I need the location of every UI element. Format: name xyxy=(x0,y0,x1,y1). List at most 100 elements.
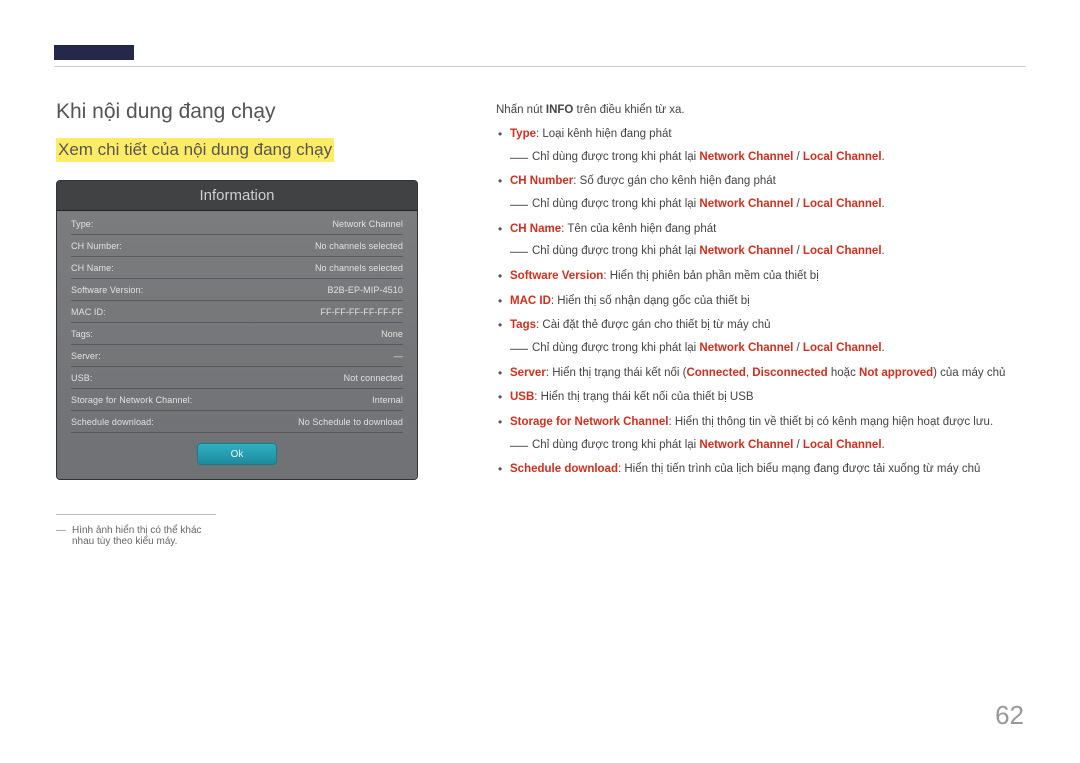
lc-label: Local Channel xyxy=(803,439,882,451)
nc-label: Network Channel xyxy=(699,342,793,354)
item-server: Server: Hiển thị trạng thái kết nối (Con… xyxy=(496,365,1024,382)
item-type: Type: Loại kênh hiện đang phát ―Chỉ dùng… xyxy=(496,126,1024,165)
info-value: Not connected xyxy=(344,373,403,383)
item-software-version: Software Version: Hiển thị phiên bản phầ… xyxy=(496,268,1024,285)
info-value: B2B-EP-MIP-4510 xyxy=(327,285,403,295)
info-value: Internal xyxy=(372,395,403,405)
dash-icon: ― xyxy=(510,144,528,170)
disconnected-label: Disconnected xyxy=(752,367,827,379)
footnote-text: Hình ảnh hiển thị có thể khác nhau tùy t… xyxy=(72,525,216,547)
key-label: CH Name xyxy=(510,223,561,235)
nc-label: Network Channel xyxy=(699,198,793,210)
info-value: No Schedule to download xyxy=(298,417,403,427)
dash-icon: ― xyxy=(510,191,528,217)
item-text: : Loại kênh hiện đang phát xyxy=(536,128,672,140)
sub-pre: Chỉ dùng được trong khi phát lại xyxy=(532,198,699,210)
info-key: Server xyxy=(71,351,101,361)
item-text: : Hiển thị số nhận dạng gốc của thiết bị xyxy=(551,295,750,307)
key-label: Server xyxy=(510,367,546,379)
information-panel-title: Information xyxy=(57,181,417,211)
info-value: No channels selected xyxy=(315,263,403,273)
info-key: Tags xyxy=(71,329,93,339)
dash-icon: ― xyxy=(510,335,528,361)
lc-label: Local Channel xyxy=(803,198,882,210)
sub-pre: Chỉ dùng được trong khi phát lại xyxy=(532,151,699,163)
nc-label: Network Channel xyxy=(699,245,793,257)
sub-note: ―Chỉ dùng được trong khi phát lại Networ… xyxy=(510,340,1024,357)
header-separator xyxy=(54,66,1026,67)
info-key: MAC ID xyxy=(71,307,106,317)
info-value: — xyxy=(394,351,403,361)
header-accent xyxy=(54,45,134,60)
sub-note: ―Chỉ dùng được trong khi phát lại Networ… xyxy=(510,196,1024,213)
information-panel: Information TypeNetwork Channel CH Numbe… xyxy=(56,180,418,480)
not-approved-label: Not approved xyxy=(859,367,933,379)
server-post: ) của máy chủ xyxy=(933,367,1005,379)
info-value: No channels selected xyxy=(315,241,403,251)
info-row-mac: MAC ID FF-FF-FF-FF-FF-FF xyxy=(71,301,403,323)
info-key: Schedule download xyxy=(71,417,154,427)
server-pre: : Hiển thị trạng thái kết nối ( xyxy=(546,367,687,379)
lc-label: Local Channel xyxy=(803,342,882,354)
left-column: Khi nội dung đang chạy Xem chi tiết của … xyxy=(56,100,426,547)
intro-bold: INFO xyxy=(546,104,573,116)
info-row-ch-number: CH Number No channels selected xyxy=(71,235,403,257)
page-content: Khi nội dung đang chạy Xem chi tiết của … xyxy=(56,100,1024,547)
item-usb: USB: Hiển thị trạng thái kết nối của thi… xyxy=(496,389,1024,406)
details-list: Type: Loại kênh hiện đang phát ―Chỉ dùng… xyxy=(496,126,1024,478)
info-value: Network Channel xyxy=(332,219,403,229)
info-value: None xyxy=(381,329,403,339)
intro-post: trên điều khiển từ xa. xyxy=(573,104,684,116)
lc-label: Local Channel xyxy=(803,151,882,163)
info-row-ch-name: CH Name No channels selected xyxy=(71,257,403,279)
ok-button[interactable]: Ok xyxy=(197,443,277,465)
image-footnote: ― Hình ảnh hiển thị có thể khác nhau tùy… xyxy=(56,514,216,547)
nc-label: Network Channel xyxy=(699,151,793,163)
dash-icon: ― xyxy=(510,238,528,264)
information-panel-body: TypeNetwork Channel CH Number No channels… xyxy=(57,211,417,479)
info-key: CH Name xyxy=(71,263,114,273)
nc-label: Network Channel xyxy=(699,439,793,451)
footnote-line: ― Hình ảnh hiển thị có thể khác nhau tùy… xyxy=(56,525,216,547)
item-tags: Tags: Cài đặt thẻ được gán cho thiết bị … xyxy=(496,317,1024,356)
sub-pre: Chỉ dùng được trong khi phát lại xyxy=(532,245,699,257)
info-row-tags: Tags None xyxy=(71,323,403,345)
info-row-storage: Storage for Network Channel Internal xyxy=(71,389,403,411)
item-text: : Tên của kênh hiện đang phát xyxy=(561,223,716,235)
item-text: : Hiển thị phiên bản phần mềm của thiết … xyxy=(603,270,818,282)
info-key: Storage for Network Channel xyxy=(71,395,192,405)
item-text: : Hiển thị thông tin về thiết bị có kênh… xyxy=(668,416,993,428)
dash-icon: ― xyxy=(510,432,528,458)
item-storage: Storage for Network Channel: Hiển thị th… xyxy=(496,414,1024,453)
item-ch-name: CH Name: Tên của kênh hiện đang phát ―Ch… xyxy=(496,221,1024,260)
info-key: CH Number xyxy=(71,241,122,251)
info-row-type: TypeNetwork Channel xyxy=(71,213,403,235)
sub-pre: Chỉ dùng được trong khi phát lại xyxy=(532,439,699,451)
sub-pre: Chỉ dùng được trong khi phát lại xyxy=(532,342,699,354)
item-mac-id: MAC ID: Hiển thị số nhận dạng gốc của th… xyxy=(496,293,1024,310)
section-title: Khi nội dung đang chạy xyxy=(56,100,426,124)
key-label: MAC ID xyxy=(510,295,551,307)
intro-text: Nhấn nút INFO trên điều khiển từ xa. xyxy=(496,104,1024,116)
key-label: Type xyxy=(510,128,536,140)
key-label: Software Version xyxy=(510,270,603,282)
info-row-server: Server — xyxy=(71,345,403,367)
key-label: USB xyxy=(510,391,534,403)
info-row-software: Software Version B2B-EP-MIP-4510 xyxy=(71,279,403,301)
info-value: FF-FF-FF-FF-FF-FF xyxy=(320,307,403,317)
info-row-usb: USB Not connected xyxy=(71,367,403,389)
lc-label: Local Channel xyxy=(803,245,882,257)
item-text: : Hiển thị tiến trình của lịch biểu mạng… xyxy=(618,463,980,475)
key-label: Schedule download xyxy=(510,463,618,475)
info-key: Software Version xyxy=(71,285,143,295)
sub-heading-highlight: Xem chi tiết của nội dung đang chạy xyxy=(56,138,334,162)
key-label: Storage for Network Channel xyxy=(510,416,668,428)
item-text: : Hiển thị trạng thái kết nối của thiết … xyxy=(534,391,753,403)
sub-note: ―Chỉ dùng được trong khi phát lại Networ… xyxy=(510,437,1024,454)
info-key: USB xyxy=(71,373,92,383)
page-number: 62 xyxy=(995,700,1024,731)
key-label: CH Number xyxy=(510,175,573,187)
right-column: Nhấn nút INFO trên điều khiển từ xa. Typ… xyxy=(496,100,1024,547)
intro-pre: Nhấn nút xyxy=(496,104,546,116)
sub-note: ―Chỉ dùng được trong khi phát lại Networ… xyxy=(510,243,1024,260)
